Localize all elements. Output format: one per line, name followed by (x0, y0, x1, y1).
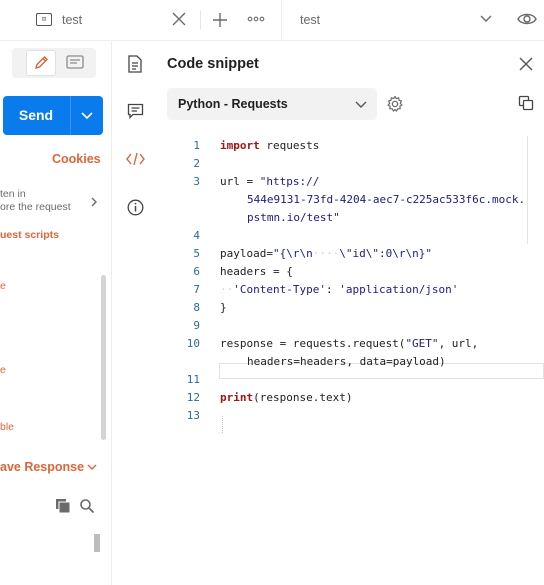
copy-icon[interactable] (55, 498, 71, 514)
language-select-value[interactable]: Python - Requests (178, 97, 288, 111)
chevron-down-icon[interactable] (354, 97, 368, 111)
code-keyword: import (220, 139, 260, 152)
edit-button[interactable] (26, 50, 56, 76)
edit-icon (34, 56, 48, 70)
more-icon[interactable] (247, 14, 265, 24)
code-whitespace: ·· (220, 283, 234, 296)
line-number: 8 (193, 301, 200, 314)
settings-icon[interactable] (386, 95, 404, 113)
code-line: response = requests.request("GET", url, (220, 337, 478, 350)
search-icon[interactable] (79, 498, 95, 514)
code-line: url = "https:// (220, 175, 319, 188)
code-text: requests (259, 139, 320, 152)
code-text: : (325, 283, 340, 296)
line-number: 9 (193, 319, 200, 332)
code-line: pstmn.io/test" (247, 211, 340, 224)
line-number: 13 (186, 409, 200, 422)
plus-icon[interactable] (211, 11, 229, 29)
chevron-right-icon[interactable] (88, 196, 100, 208)
hint-line-2: ore the request (0, 201, 71, 213)
save-response-button[interactable]: ave Response (0, 460, 84, 474)
line-number: 11 (186, 373, 200, 386)
copy-icon[interactable] (518, 95, 534, 111)
line-number: 3 (193, 175, 200, 188)
code-keyword: print (220, 391, 254, 404)
code-whitespace: ···· (312, 247, 340, 260)
tab-request-icon: ⊡ (36, 13, 52, 26)
line-number: 5 (193, 247, 200, 260)
line-number: 10 (186, 337, 200, 350)
code-line: print(response.text) (220, 391, 352, 404)
code-text: url = (220, 175, 260, 188)
code-editor[interactable]: 1 2 3 4 5 6 7 8 9 10 11 12 13 import req… (160, 136, 544, 436)
code-line: payload="{\r\n····\"id\":0\r\n}" (220, 247, 432, 260)
code-text: , url, (438, 337, 479, 350)
code-line: import requests (220, 139, 319, 152)
info-icon[interactable] (127, 199, 144, 216)
option-fragment: e (0, 280, 6, 292)
chevron-down-icon[interactable] (80, 109, 94, 123)
code-string: 544e9131-73fd-4204-aec7-c225ac533f6c.moc… (247, 193, 526, 206)
code-line: 544e9131-73fd-4204-aec7-c225ac533f6c.moc… (247, 193, 525, 206)
hint-line-1: ten in (0, 188, 26, 200)
document-icon[interactable] (127, 55, 143, 73)
settings-hint[interactable]: ten in ore the request (0, 188, 71, 214)
eye-icon[interactable] (517, 11, 537, 27)
scrollbar[interactable] (101, 275, 106, 440)
code-string: "{\r\n (272, 247, 313, 260)
code-string: pstmn.io/test" (247, 211, 340, 224)
cookies-link[interactable]: Cookies (52, 152, 101, 166)
request-scripts-label[interactable]: uest scripts (0, 229, 59, 241)
code-string: "https:// (259, 175, 320, 188)
code-string: "GET" (405, 337, 439, 350)
code-string: 'application/json' (339, 283, 459, 296)
code-line: ··'Content-Type': 'application/json' (220, 283, 458, 296)
scrollbar[interactable] (94, 534, 100, 552)
line-number: 6 (193, 265, 200, 278)
line-number: 12 (186, 391, 200, 404)
close-icon[interactable] (518, 56, 534, 72)
code-text: response = requests.request( (220, 337, 406, 350)
send-divider (70, 96, 71, 135)
code-string: \"id\":0\r\n}" (339, 247, 432, 260)
code-text: payload= (220, 247, 273, 260)
environment-selector[interactable]: test (300, 13, 320, 27)
divider (200, 10, 201, 30)
code-line: } (220, 301, 227, 314)
comment-icon[interactable] (127, 103, 144, 119)
code-line: headers=headers, data=payload) (247, 355, 446, 368)
divider (281, 0, 282, 40)
close-icon[interactable] (170, 10, 188, 28)
code-line: headers = { (220, 265, 293, 278)
line-number: 4 (193, 229, 200, 242)
line-number: 7 (193, 283, 200, 296)
indent-guide (222, 416, 224, 433)
tab-title[interactable]: test (62, 13, 82, 27)
code-text: (response.text) (253, 391, 353, 404)
panel-title: Code snippet (167, 56, 259, 72)
line-number: 2 (193, 157, 200, 170)
code-string: 'Content-Type' (233, 283, 326, 296)
comment-toggle-icon[interactable] (62, 52, 88, 74)
code-icon[interactable] (126, 152, 145, 166)
option-fragment: e (0, 364, 6, 376)
option-fragment: ble (0, 421, 15, 433)
chevron-down-icon[interactable] (86, 461, 98, 473)
line-number: 1 (193, 139, 200, 152)
send-label[interactable]: Send (3, 96, 69, 135)
chevron-down-icon[interactable] (479, 11, 493, 25)
